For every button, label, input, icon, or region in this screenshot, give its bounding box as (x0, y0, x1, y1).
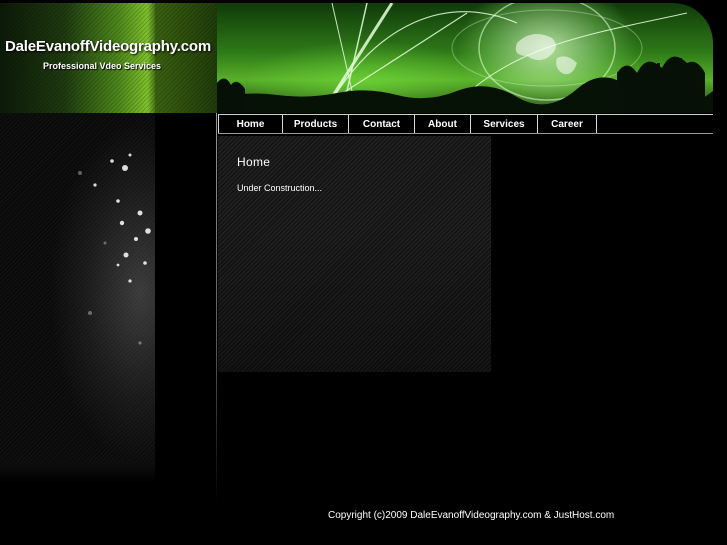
nav-home[interactable]: Home (218, 115, 283, 133)
content-panel-fade (218, 136, 491, 372)
vertical-divider (216, 113, 217, 503)
site-title[interactable]: DaleEvanoffVideography.com (5, 38, 211, 55)
page: DaleEvanoffVideography.com Professional … (0, 0, 727, 545)
footer-copyright: Copyright (c)2009 DaleEvanoffVideography… (328, 510, 615, 521)
nav-contact[interactable]: Contact (349, 115, 415, 133)
nav-underline (218, 133, 713, 134)
gutter (155, 113, 217, 503)
site-tagline: Professional Vdeo Services (43, 61, 162, 71)
left-decor-column (0, 113, 155, 463)
logo-strip (155, 3, 217, 113)
banner-artwork (217, 3, 713, 113)
nav-services[interactable]: Services (471, 115, 538, 133)
main-nav: Home Products Contact About Services Car… (218, 114, 713, 133)
left-column-fade (0, 463, 155, 483)
logo-block (0, 3, 217, 113)
light-particles-art (78, 153, 151, 345)
page-body-text: Under Construction... (237, 183, 323, 193)
nav-about[interactable]: About (415, 115, 471, 133)
nav-career[interactable]: Career (538, 115, 597, 133)
header-banner (217, 3, 713, 113)
nav-products[interactable]: Products (283, 115, 349, 133)
page-heading: Home (237, 155, 271, 169)
